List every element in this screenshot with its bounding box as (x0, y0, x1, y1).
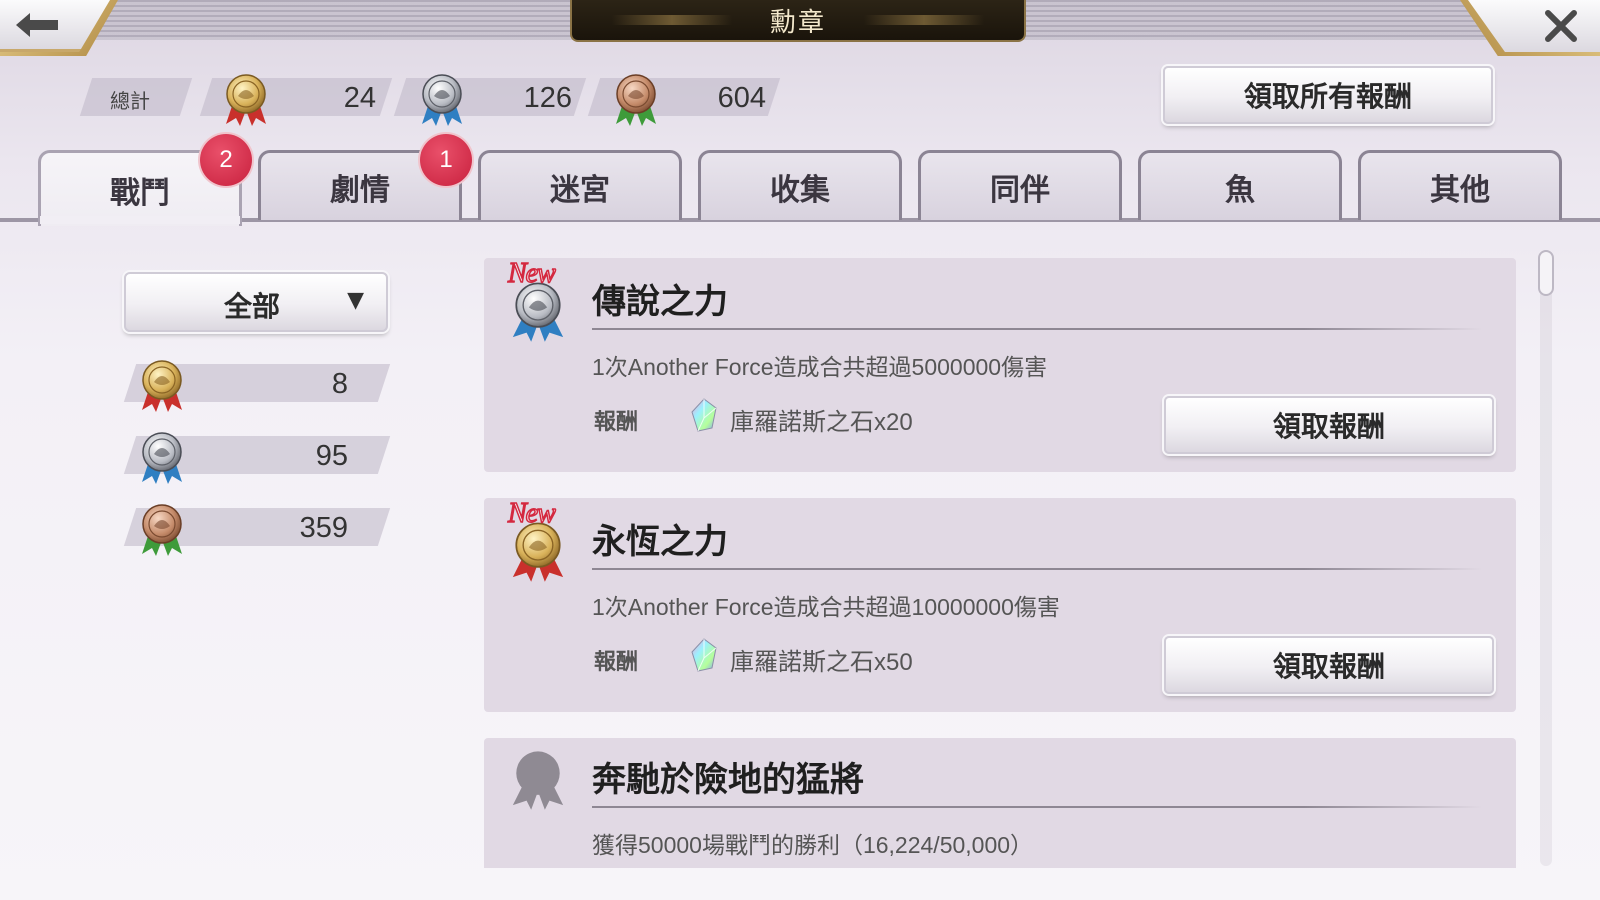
gold-medal-icon (226, 74, 266, 126)
scrollbar-thumb[interactable] (1538, 250, 1554, 296)
divider (592, 806, 1482, 808)
tab-companion-label: 同伴 (990, 172, 1050, 208)
filter-dropdown-value: 全部 (224, 290, 281, 323)
divider (592, 328, 1482, 330)
tab-story-badge: 1 (420, 134, 472, 186)
gold-medal-icon (142, 360, 182, 412)
sidebar-bronze-count: 359 (299, 512, 348, 544)
divider (592, 568, 1482, 570)
tab-fish[interactable]: 魚 (1138, 150, 1342, 220)
claim-reward-button[interactable]: 領取報酬 (1164, 636, 1494, 694)
silver-medal-icon (142, 432, 182, 484)
arrow-left-icon (16, 12, 58, 37)
tab-collection-label: 收集 (770, 172, 830, 208)
filter-dropdown[interactable]: 全部 ▼ (124, 272, 388, 332)
achievement-description: 1次Another Force造成合共超過10000000傷害 (592, 594, 1060, 620)
achievement-description: 獲得50000場戰鬥的勝利（16,224/50,000） (592, 832, 1034, 858)
crystal-icon (691, 638, 717, 672)
chevron-down-icon: ▼ (347, 287, 364, 313)
tab-story-label: 劇情 (330, 172, 390, 208)
tab-other[interactable]: 其他 (1358, 150, 1562, 220)
claim-reward-button[interactable]: 領取報酬 (1164, 396, 1494, 454)
tab-dungeon[interactable]: 迷宮 (478, 150, 682, 220)
scrollbar-track[interactable] (1540, 250, 1552, 866)
gold-total-count: 24 (343, 82, 376, 114)
achievement-description: 1次Another Force造成合共超過5000000傷害 (592, 354, 1048, 380)
active-tab-join (40, 216, 240, 224)
achievement-card: New 傳說之力 1次Another Force造成合共超過5000000傷害 … (484, 257, 1516, 472)
tab-battle-badge: 2 (200, 134, 252, 186)
close-button[interactable] (1468, 0, 1600, 52)
new-tag: New (507, 257, 556, 290)
achievement-title: 傳說之力 (592, 282, 728, 322)
bronze-total-count: 604 (717, 82, 766, 114)
page-title: 勳章 (570, 0, 1026, 42)
achievement-card: 奔馳於險地的猛將 獲得50000場戰鬥的勝利（16,224/50,000） (484, 738, 1516, 868)
tab-dungeon-label: 迷宮 (550, 172, 610, 208)
reward-label: 報酬 (594, 649, 639, 674)
reward-value: 庫羅諾斯之石x50 (730, 649, 913, 676)
bronze-medal-icon (142, 504, 182, 556)
silver-medal-icon (422, 74, 462, 126)
back-button[interactable] (0, 0, 110, 52)
tab-companion[interactable]: 同伴 (918, 150, 1122, 220)
claim-all-rewards-button[interactable]: 領取所有報酬 (1163, 66, 1493, 124)
sidebar-silver-count: 95 (315, 440, 348, 472)
bronze-medal-icon (616, 74, 656, 126)
total-label: 總計 (110, 91, 150, 113)
achievement-title: 奔馳於險地的猛將 (592, 760, 864, 800)
achievement-card: New 永恆之力 1次Another Force造成合共超過10000000傷害… (484, 497, 1516, 712)
silver-total-count: 126 (523, 82, 572, 114)
close-icon (1545, 10, 1577, 42)
tab-other-label: 其他 (1430, 172, 1490, 208)
reward-label: 報酬 (594, 409, 639, 434)
crystal-icon (691, 398, 717, 432)
tab-fish-label: 魚 (1225, 172, 1255, 208)
tab-battle-label: 戰鬥 (110, 175, 170, 211)
tab-collection[interactable]: 收集 (698, 150, 902, 220)
reward-value: 庫羅諾斯之石x20 (730, 409, 913, 436)
achievement-title: 永恆之力 (592, 522, 728, 562)
sidebar-gold-count: 8 (331, 368, 348, 400)
locked-medal-icon (512, 751, 564, 810)
new-tag: New (507, 497, 556, 530)
